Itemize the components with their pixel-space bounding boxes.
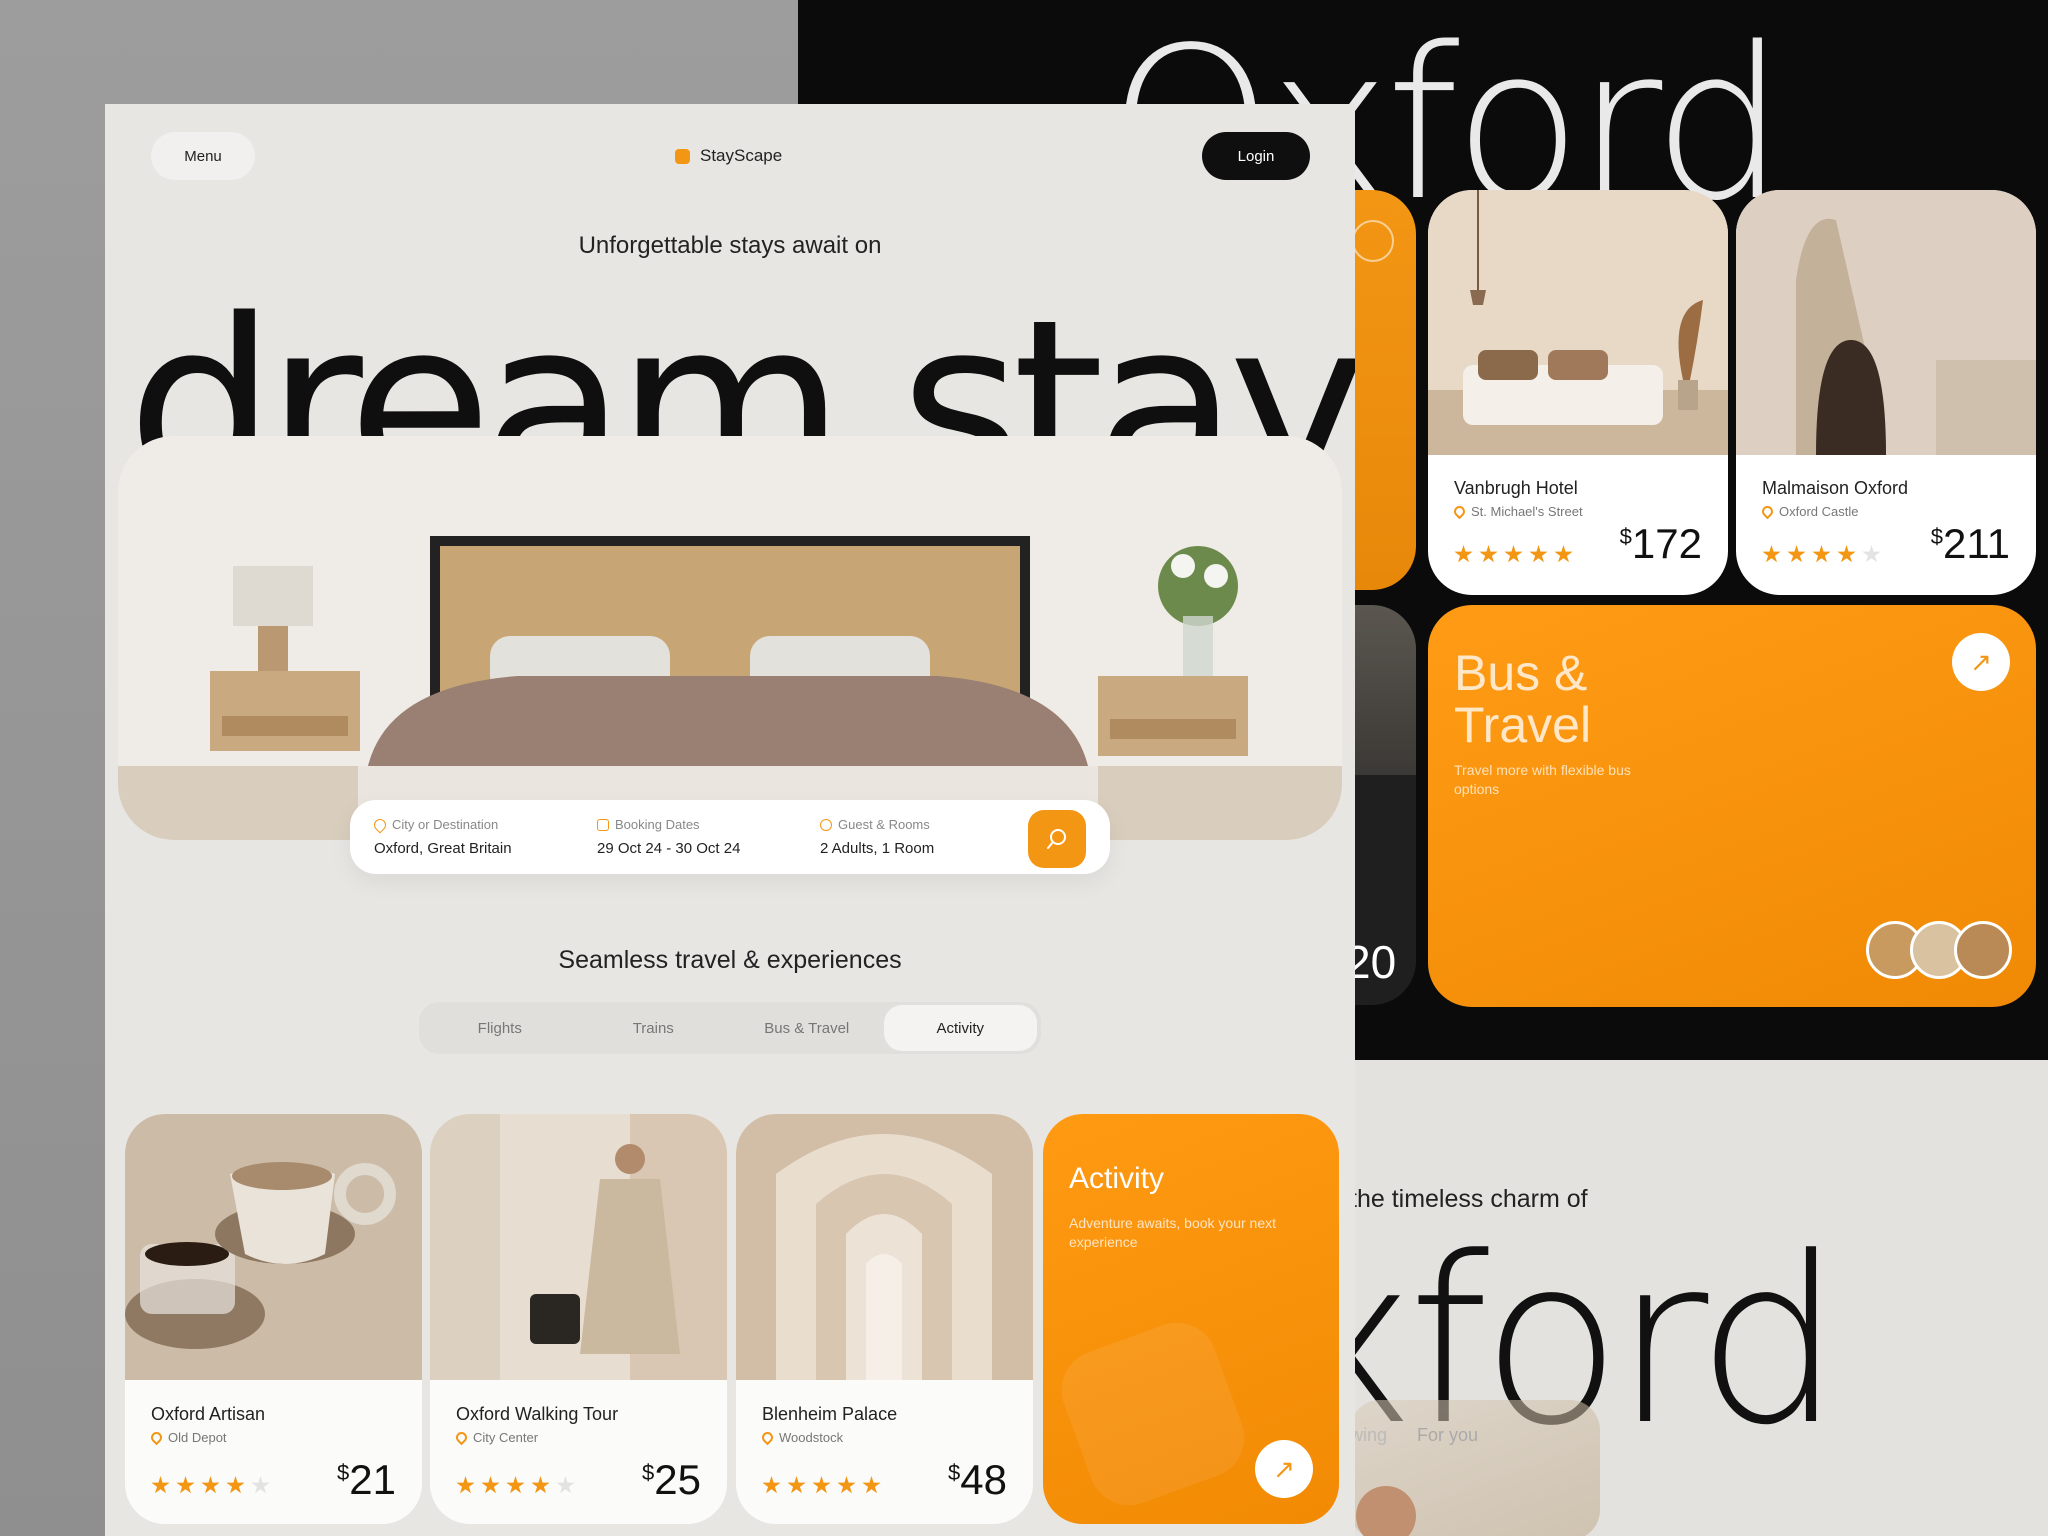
arrow-icon: [1352, 220, 1394, 262]
location-pin-icon: [371, 816, 389, 833]
section-title: Seamless travel & experiences: [558, 946, 902, 974]
activity-price: $21: [337, 1456, 396, 1503]
activity-photo: [430, 1114, 727, 1380]
activity-photo: [736, 1114, 1033, 1380]
location-pin-icon: [1759, 503, 1776, 520]
activity-photo: [125, 1114, 422, 1380]
login-button[interactable]: Login: [1202, 132, 1310, 180]
search-icon: [1047, 829, 1066, 849]
hotel-photo: [1428, 190, 1728, 455]
booking-dates-field[interactable]: Booking Dates 29 Oct 24 - 30 Oct 24: [597, 817, 820, 857]
location-pin-icon: [759, 1429, 776, 1446]
hero-bedroom-image: [118, 436, 1342, 840]
activity-card[interactable]: Oxford Artisan Old Depot $21: [125, 1114, 422, 1524]
activity-name: Oxford Artisan: [151, 1404, 266, 1424]
activity-promo-description: Adventure awaits, book your next experie…: [1069, 1215, 1277, 1250]
activity-promo-title: Activity: [1069, 1162, 1165, 1195]
tab-flights[interactable]: Flights: [423, 1005, 577, 1051]
bus-travel-card[interactable]: Bus & Travel Travel more with flexible bu…: [1428, 605, 2036, 1007]
activity-price: $25: [642, 1456, 701, 1503]
activity-promo-card[interactable]: Activity Adventure awaits, book your nex…: [1043, 1114, 1339, 1524]
activity-card[interactable]: Oxford Walking Tour City Center $25: [430, 1114, 727, 1524]
arrow-up-right-icon[interactable]: ↗: [1952, 633, 2010, 691]
hotel-price: $211: [1930, 520, 2010, 567]
hotel-name: Malmaison Oxford: [1762, 478, 1909, 498]
activity-location: City Center: [453, 1429, 538, 1446]
calendar-icon: [597, 818, 609, 831]
activity-name: Oxford Walking Tour: [456, 1404, 619, 1424]
brand-logo[interactable]: StayScape: [675, 146, 782, 166]
hotel-location: Oxford Castle: [1759, 503, 1858, 520]
activity-name: Blenheim Palace: [762, 1404, 898, 1424]
logo-icon: [675, 148, 690, 164]
brand-name: StayScape: [700, 146, 783, 165]
search-button[interactable]: [1028, 810, 1086, 868]
ticket-icon: [1050, 1311, 1256, 1517]
location-pin-icon: [1451, 503, 1468, 520]
bus-travel-title: Bus & Travel: [1454, 645, 1592, 753]
activity-price: $48: [948, 1456, 1007, 1503]
hotel-card[interactable]: Vanbrugh Hotel St. Michael's Street $172: [1428, 190, 1728, 595]
tab-trains[interactable]: Trains: [577, 1005, 731, 1051]
tab-activity[interactable]: Activity: [883, 1005, 1037, 1051]
tab-bus-travel[interactable]: Bus & Travel: [730, 1005, 884, 1051]
menu-button[interactable]: Menu: [151, 132, 255, 180]
faint-tabs: wing For you: [1350, 1425, 1479, 1445]
guests-rooms-field[interactable]: Guest & Rooms 2 Adults, 1 Room: [820, 817, 1043, 857]
category-tabs: Flights Trains Bus & Travel Activity: [419, 1002, 1041, 1054]
activity-location: Woodstock: [759, 1429, 843, 1446]
people-icon: [820, 818, 832, 831]
activity-location: Old Depot: [148, 1429, 227, 1446]
destination-field[interactable]: City or Destination Oxford, Great Britai…: [371, 816, 597, 857]
rating-stars: [762, 1476, 881, 1495]
location-pin-icon: [148, 1429, 165, 1446]
bus-travel-description: Travel more with flexible bus options: [1454, 762, 1631, 797]
rating-stars: [151, 1476, 270, 1495]
search-bar: City or Destination Oxford, Great Britai…: [350, 800, 1110, 874]
rating-stars: [456, 1476, 575, 1495]
main-page: Menu StayScape Login Unforgettable stays…: [105, 104, 1355, 1536]
arrow-up-right-icon[interactable]: ↗: [1255, 1440, 1313, 1498]
hero-subtitle: Unforgettable stays await on: [578, 232, 882, 259]
hotel-price: $172: [1619, 520, 1702, 567]
location-pin-icon: [453, 1429, 470, 1446]
activity-card[interactable]: Blenheim Palace Woodstock $48: [736, 1114, 1033, 1524]
rating-stars: [1454, 545, 1573, 564]
hotel-location: St. Michael's Street: [1451, 503, 1583, 520]
hotel-photo: [1736, 190, 2036, 455]
hotel-name: Vanbrugh Hotel: [1454, 478, 1578, 498]
ticket-images: [1866, 921, 2012, 979]
hotel-card[interactable]: Malmaison Oxford Oxford Castle $211: [1736, 190, 2036, 595]
rating-stars: [1762, 545, 1881, 564]
